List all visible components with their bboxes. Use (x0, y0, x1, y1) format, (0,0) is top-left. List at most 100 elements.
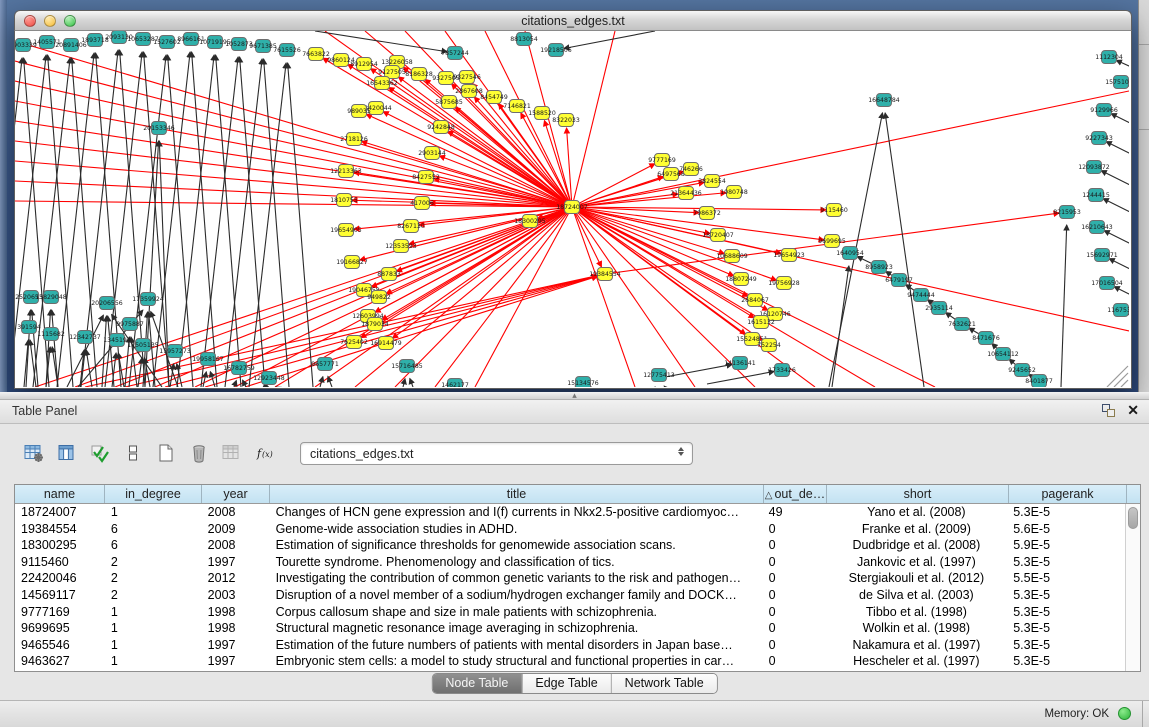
graph-node[interactable]: 19166827 (336, 256, 368, 269)
table-row[interactable]: 946554611997Estimation of the future num… (15, 637, 1125, 654)
column-header-name[interactable]: name (15, 485, 105, 503)
table-cell[interactable]: Changes of HCN gene expression and I(f) … (270, 504, 763, 521)
table-row[interactable]: 969969511998Structural magnetic resonanc… (15, 620, 1125, 637)
table-cell[interactable]: 0 (763, 587, 826, 604)
graph-edge[interactable] (572, 91, 1129, 207)
table-cell[interactable]: Estimation of significance thresholds fo… (270, 537, 763, 554)
graph-edge[interactable] (288, 63, 313, 387)
graph-node[interactable]: 887833 (377, 268, 401, 281)
network-canvas[interactable]: 1903339140557120891406189371820931301065… (14, 31, 1132, 389)
graph-edge[interactable] (832, 266, 849, 387)
graph-node[interactable]: 9245652 (1008, 364, 1036, 377)
table-cell[interactable]: 5.3E-5 (1007, 620, 1125, 637)
graph-edge[interactable] (315, 31, 447, 52)
table-cell[interactable]: 1 (105, 620, 202, 637)
graph-edge[interactable] (665, 364, 732, 377)
graph-node[interactable]: 8267130 (397, 220, 425, 233)
graph-node[interactable]: 7615526 (273, 44, 301, 57)
table-cell[interactable]: 5.3E-5 (1007, 587, 1125, 604)
graph-node[interactable]: 7632621 (948, 318, 976, 331)
table-cell[interactable]: Jankovic et al. (1997) (826, 554, 1008, 571)
table-row[interactable]: 911546021997Tourette syndrome. Phenomeno… (15, 554, 1125, 571)
table-cell[interactable]: 0 (763, 521, 826, 538)
table-cell[interactable]: 5.3E-5 (1007, 504, 1125, 521)
graph-edge[interactable] (664, 386, 665, 387)
graph-edge[interactable] (1061, 225, 1067, 387)
graph-node[interactable]: 8322033 (552, 114, 580, 127)
table-cell[interactable]: 1997 (202, 554, 270, 571)
graph-node[interactable]: 19218506 (540, 44, 572, 57)
graph-node[interactable]: 3824554 (698, 175, 726, 188)
vertical-scrollbar[interactable] (1125, 504, 1140, 671)
show-columns-icon[interactable] (55, 441, 79, 465)
tab-network-table[interactable]: Network Table (612, 674, 717, 693)
table-cell[interactable]: 9465546 (15, 637, 105, 654)
table-cell[interactable]: 5.6E-5 (1007, 521, 1125, 538)
graph-node[interactable]: 8471676 (972, 332, 1000, 345)
table-cell[interactable]: Estimation of the future numbers of pati… (270, 637, 763, 654)
table-cell[interactable]: 2008 (202, 537, 270, 554)
table-cell[interactable]: 19384554 (15, 521, 105, 538)
table-row[interactable]: 1872400712008Changes of HCN gene express… (15, 504, 1125, 521)
graph-node[interactable]: 15692971 (1086, 249, 1118, 262)
graph-edge[interactable] (15, 141, 572, 207)
graph-node[interactable]: 7146821 (503, 100, 531, 113)
graph-node[interactable]: 19756928 (768, 277, 800, 290)
delete-column-icon[interactable] (187, 441, 211, 465)
graph-node[interactable]: 17016504 (1091, 277, 1123, 290)
tab-edge-table[interactable]: Edge Table (522, 674, 611, 693)
graph-node[interactable]: 1462177 (441, 379, 469, 388)
graph-edge[interactable] (564, 31, 655, 48)
column-header-in_degree[interactable]: in_degree (105, 485, 202, 503)
graph-edge[interactable] (1111, 114, 1129, 136)
graph-node[interactable]: 15751074 (1105, 76, 1129, 89)
table-cell[interactable]: 6 (105, 521, 202, 538)
table-cell[interactable]: Disruption of a novel member of a sodium… (270, 587, 763, 604)
graph-node[interactable]: 10654112 (987, 348, 1019, 361)
graph-node[interactable]: 16648784 (868, 94, 900, 107)
import-table-icon[interactable] (220, 441, 244, 465)
graph-node[interactable]: 2935114 (925, 302, 953, 315)
table-cell[interactable]: 0 (763, 637, 826, 654)
graph-node[interactable]: 15134576 (567, 377, 599, 388)
table-row[interactable]: 2242004622012Investigating the contribut… (15, 570, 1125, 587)
table-cell[interactable]: 1 (105, 604, 202, 621)
graph-node[interactable]: 20153346 (143, 122, 175, 135)
graph-node[interactable]: 12353593 (385, 240, 417, 253)
graph-edge[interactable] (1128, 314, 1129, 336)
table-cell[interactable]: 1 (105, 504, 202, 521)
table-cell[interactable]: 0 (763, 537, 826, 554)
graph-node[interactable]: 12775413 (643, 369, 675, 382)
table-cell[interactable]: 1 (105, 637, 202, 654)
table-cell[interactable]: 2 (105, 570, 202, 587)
graph-node[interactable]: 2867608 (455, 85, 483, 98)
graph-edge[interactable] (15, 41, 572, 207)
table-cell[interactable]: 5.3E-5 (1007, 653, 1125, 670)
table-cell[interactable]: 9699695 (15, 620, 105, 637)
graph-node[interactable]: 20206556 (91, 297, 123, 310)
table-cell[interactable]: 1 (105, 653, 202, 670)
graph-node[interactable]: 8215953 (1053, 206, 1081, 219)
column-header-title[interactable]: title (270, 485, 764, 503)
table-cell[interactable]: Wolkin et al. (1998) (826, 620, 1008, 637)
graph-node[interactable]: 15716485 (391, 360, 423, 373)
table-cell[interactable]: 1998 (202, 604, 270, 621)
graph-node[interactable]: 7625402 (340, 336, 368, 349)
table-row[interactable]: 1938455462009Genome-wide association stu… (15, 521, 1125, 538)
graph-edge[interactable] (403, 379, 405, 387)
column-header-year[interactable]: year (202, 485, 270, 503)
table-cell[interactable]: 0 (763, 620, 826, 637)
table-cell[interactable]: 0 (763, 554, 826, 571)
row-height-icon[interactable] (121, 441, 145, 465)
tab-node-table[interactable]: Node Table (432, 674, 522, 693)
graph-edge[interactable] (328, 376, 332, 387)
table-cell[interactable]: 0 (763, 653, 826, 670)
network-window-titlebar[interactable]: citations_edges.txt (14, 10, 1132, 31)
graph-node[interactable]: 8813054 (510, 33, 538, 46)
new-column-icon[interactable] (154, 441, 178, 465)
graph-node[interactable]: 12342737 (69, 331, 101, 344)
graph-node[interactable]: 417006 (410, 197, 434, 210)
table-cell[interactable]: 18300295 (15, 537, 105, 554)
table-cell[interactable]: 22420046 (15, 570, 105, 587)
table-cell[interactable]: 2 (105, 554, 202, 571)
